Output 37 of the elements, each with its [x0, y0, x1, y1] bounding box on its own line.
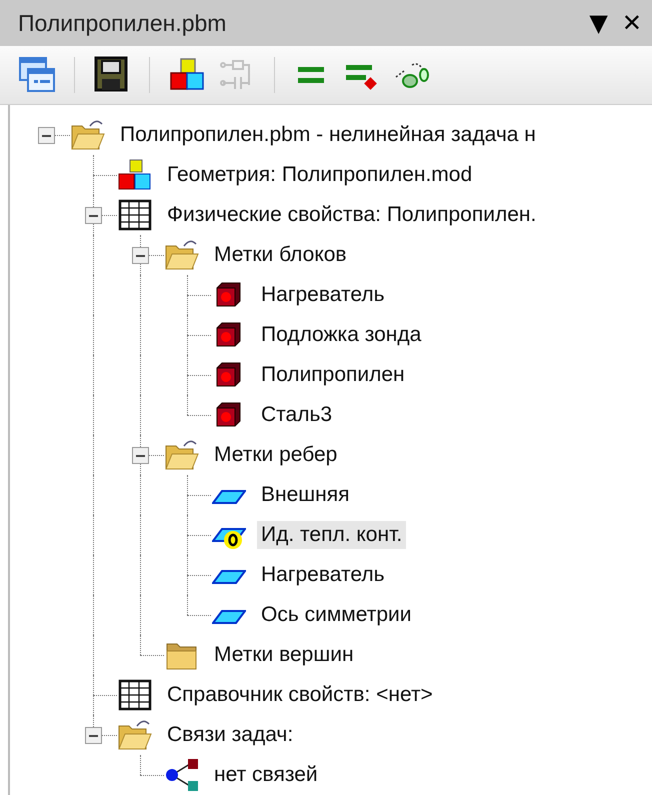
collapse-toggle[interactable] — [38, 127, 55, 144]
tree-item[interactable]: Физические свойства: Полипропилен. — [163, 201, 540, 229]
close-button[interactable]: ✕ — [618, 9, 646, 37]
open-folder-icon — [164, 438, 200, 472]
tree-item[interactable]: Полипропилен.pbm - нелинейная задача н — [116, 121, 540, 149]
collapse-toggle[interactable] — [132, 447, 149, 464]
tree-item[interactable]: Метки вершин — [210, 641, 358, 669]
panel-menu-button[interactable]: ▼ — [585, 9, 612, 37]
open-folder-icon — [117, 718, 153, 752]
tree-item[interactable]: Справочник свойств: <нет> — [163, 681, 437, 709]
tree-item[interactable]: Нагреватель — [257, 281, 389, 309]
parallelogram-icon — [212, 610, 246, 624]
tree-item[interactable]: нет связей — [210, 761, 322, 789]
tree-item[interactable]: Сталь3 — [257, 401, 336, 429]
tree-item[interactable]: Нагреватель — [257, 561, 389, 589]
parallelogram-icon — [212, 570, 246, 584]
tree-item[interactable]: Полипропилен — [257, 361, 409, 389]
tree-item[interactable]: Ид. тепл. конт. — [257, 521, 406, 549]
tree-item[interactable]: Внешняя — [257, 481, 354, 509]
panel-title: Полипропилен.pbm — [18, 10, 226, 36]
open-folder-icon — [164, 238, 200, 272]
table-icon — [117, 678, 153, 712]
tree-item[interactable]: Метки ребер — [210, 441, 342, 469]
tree-item[interactable]: Связи задач: — [163, 721, 298, 749]
cubes-icon — [117, 158, 153, 192]
tree-item[interactable]: Метки блоков — [210, 241, 351, 269]
tree-item[interactable]: Подложка зонда — [257, 321, 426, 349]
node-links-icon — [164, 758, 200, 792]
parallelogram-badge-icon — [212, 528, 246, 550]
open-folder-icon — [70, 118, 106, 152]
collapse-toggle[interactable] — [132, 247, 149, 264]
tree-item[interactable]: Ось симметрии — [257, 601, 416, 629]
parallelogram-icon — [212, 490, 246, 504]
table-icon — [117, 198, 153, 232]
collapse-toggle[interactable] — [85, 727, 102, 744]
tree-item[interactable]: Геометрия: Полипропилен.mod — [163, 161, 476, 189]
collapse-toggle[interactable] — [85, 207, 102, 224]
